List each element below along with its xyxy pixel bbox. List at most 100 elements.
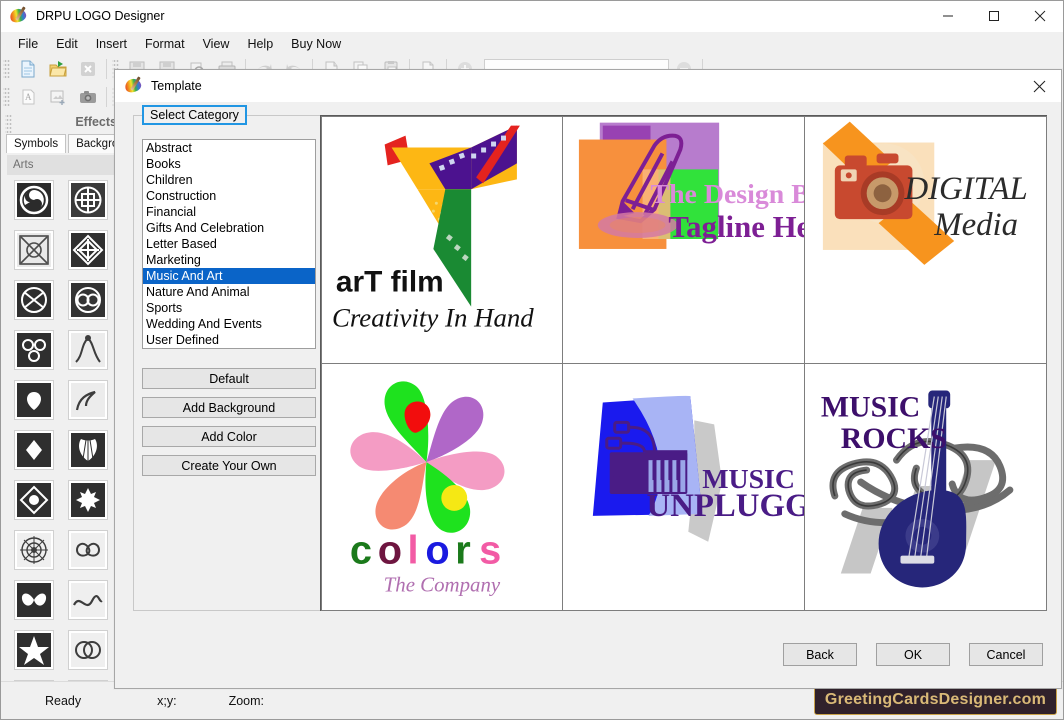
menu-item-buy-now[interactable]: Buy Now (282, 34, 350, 54)
category-listbox[interactable]: Abstract Books Children Construction Fin… (142, 139, 316, 349)
dialog-footer: Back OK Cancel (764, 643, 1043, 666)
symbol-item[interactable] (61, 325, 115, 375)
symbol-butterfly-icon[interactable] (14, 580, 54, 620)
symbol-item[interactable] (61, 175, 115, 225)
menu-item-insert[interactable]: Insert (87, 34, 136, 54)
toolbar-grip[interactable] (3, 86, 10, 108)
symbol-knot-square-icon[interactable] (14, 230, 54, 270)
watermark-badge: GreetingCardsDesigner.com (813, 686, 1057, 715)
symbol-clover-icon[interactable] (14, 380, 54, 420)
symbol-item[interactable] (7, 475, 61, 525)
open-folder-icon[interactable] (43, 56, 73, 82)
effects-panel-header: Effects (1, 111, 121, 135)
symbol-arrow-diamond-icon[interactable] (14, 430, 54, 470)
template-grid-scrollbar[interactable] (1047, 115, 1056, 611)
left-panel: Effects Symbols Background Arts (1, 111, 146, 695)
symbol-item[interactable] (7, 375, 61, 425)
symbol-item[interactable] (61, 625, 115, 675)
category-item-financial[interactable]: Financial (143, 204, 315, 220)
ok-button[interactable]: OK (876, 643, 950, 666)
template-colors[interactable]: c o l o r s The Company (320, 362, 564, 611)
symbol-item[interactable] (7, 525, 61, 575)
symbol-swirl-icon[interactable] (68, 380, 108, 420)
category-item-letter-based[interactable]: Letter Based (143, 236, 315, 252)
category-item-marketing[interactable]: Marketing (143, 252, 315, 268)
menu-item-file[interactable]: File (9, 34, 47, 54)
template-grid: arT film Creativity In Hand The Design T… (320, 115, 1047, 611)
menu-bar: File Edit Insert Format View Help Buy No… (1, 32, 1063, 55)
menu-item-view[interactable]: View (194, 34, 239, 54)
add-background-button[interactable]: Add Background (142, 397, 316, 418)
template-music-rocks[interactable]: MUSIC ROCKS (803, 362, 1047, 611)
symbol-maple-leaf-icon[interactable] (68, 480, 108, 520)
template-design-bag[interactable]: The Design Bag Tagline Here (562, 115, 805, 364)
category-item-construction[interactable]: Construction (143, 188, 315, 204)
category-item-books[interactable]: Books (143, 156, 315, 172)
tab-symbols[interactable]: Symbols (6, 134, 67, 153)
svg-text:c: c (349, 528, 371, 572)
panel-tabs: Symbols Background (1, 133, 146, 153)
symbol-infinity-knot-icon[interactable] (14, 280, 54, 320)
template-art-film[interactable]: arT film Creativity In Hand (320, 115, 564, 364)
menu-item-format[interactable]: Format (136, 34, 194, 54)
capture-camera-icon[interactable] (73, 84, 103, 110)
symbol-item[interactable] (61, 375, 115, 425)
symbol-item[interactable] (7, 625, 61, 675)
symbol-item[interactable] (61, 425, 115, 475)
symbol-item[interactable] (61, 475, 115, 525)
dialog-body: Select Category Abstract Books Children … (115, 102, 1061, 688)
symbol-item[interactable] (7, 175, 61, 225)
symbol-branch-icon[interactable] (68, 330, 108, 370)
symbol-item[interactable] (7, 575, 61, 625)
category-item-wedding-and-events[interactable]: Wedding And Events (143, 316, 315, 332)
symbol-item[interactable] (7, 325, 61, 375)
template-music-unplugged[interactable]: MUSIC UNPLUGGED (562, 362, 805, 611)
symbol-item[interactable] (61, 525, 115, 575)
minimize-icon[interactable] (925, 1, 971, 32)
symbol-item[interactable] (7, 425, 61, 475)
back-button[interactable]: Back (783, 643, 857, 666)
new-document-icon[interactable] (13, 56, 43, 82)
menu-item-help[interactable]: Help (238, 34, 282, 54)
panel-grip[interactable] (5, 113, 12, 135)
template-title: DIGITAL (903, 171, 1027, 207)
insert-text-icon[interactable]: A (13, 84, 43, 110)
category-item-children[interactable]: Children (143, 172, 315, 188)
category-item-sports[interactable]: Sports (143, 300, 315, 316)
symbol-diamond-cross-icon[interactable] (68, 230, 108, 270)
add-color-button[interactable]: Add Color (142, 426, 316, 447)
symbol-fan-shell-icon[interactable] (68, 430, 108, 470)
symbol-wave-icon[interactable] (68, 580, 108, 620)
category-item-gifts-and-celebration[interactable]: Gifts And Celebration (143, 220, 315, 236)
toolbar-grip[interactable] (3, 58, 10, 80)
dialog-close-icon[interactable] (1017, 70, 1061, 102)
maximize-icon[interactable] (971, 1, 1017, 32)
symbol-circle-weave-icon[interactable] (68, 280, 108, 320)
symbol-mandala-icon[interactable] (14, 530, 54, 570)
close-icon[interactable] (1017, 1, 1063, 32)
menu-item-edit[interactable]: Edit (47, 34, 87, 54)
category-item-abstract[interactable]: Abstract (143, 140, 315, 156)
symbol-double-loop-icon[interactable] (68, 530, 108, 570)
symbol-item[interactable] (61, 225, 115, 275)
category-item-nature-and-animal[interactable]: Nature And Animal (143, 284, 315, 300)
symbol-ring-pair-icon[interactable] (68, 630, 108, 670)
symbol-diamond-floral-icon[interactable] (14, 480, 54, 520)
category-item-music-and-art[interactable]: Music And Art (143, 268, 315, 284)
create-your-own-button[interactable]: Create Your Own (142, 455, 316, 476)
symbol-spiral-trio-icon[interactable] (14, 330, 54, 370)
symbol-item[interactable] (7, 275, 61, 325)
symbol-item[interactable] (61, 575, 115, 625)
svg-text:l: l (407, 528, 418, 572)
insert-image-icon[interactable] (43, 84, 73, 110)
template-digital-media[interactable]: DIGITAL Media (803, 115, 1047, 364)
default-button[interactable]: Default (142, 368, 316, 389)
symbol-item[interactable] (7, 225, 61, 275)
close-document-icon[interactable] (73, 56, 103, 82)
symbol-celtic-circle-icon[interactable] (68, 180, 108, 220)
symbol-triskelion-icon[interactable] (14, 180, 54, 220)
symbol-item[interactable] (61, 275, 115, 325)
category-item-user-defined[interactable]: User Defined (143, 332, 315, 348)
symbol-star-burst-icon[interactable] (14, 630, 54, 670)
cancel-button[interactable]: Cancel (969, 643, 1043, 666)
